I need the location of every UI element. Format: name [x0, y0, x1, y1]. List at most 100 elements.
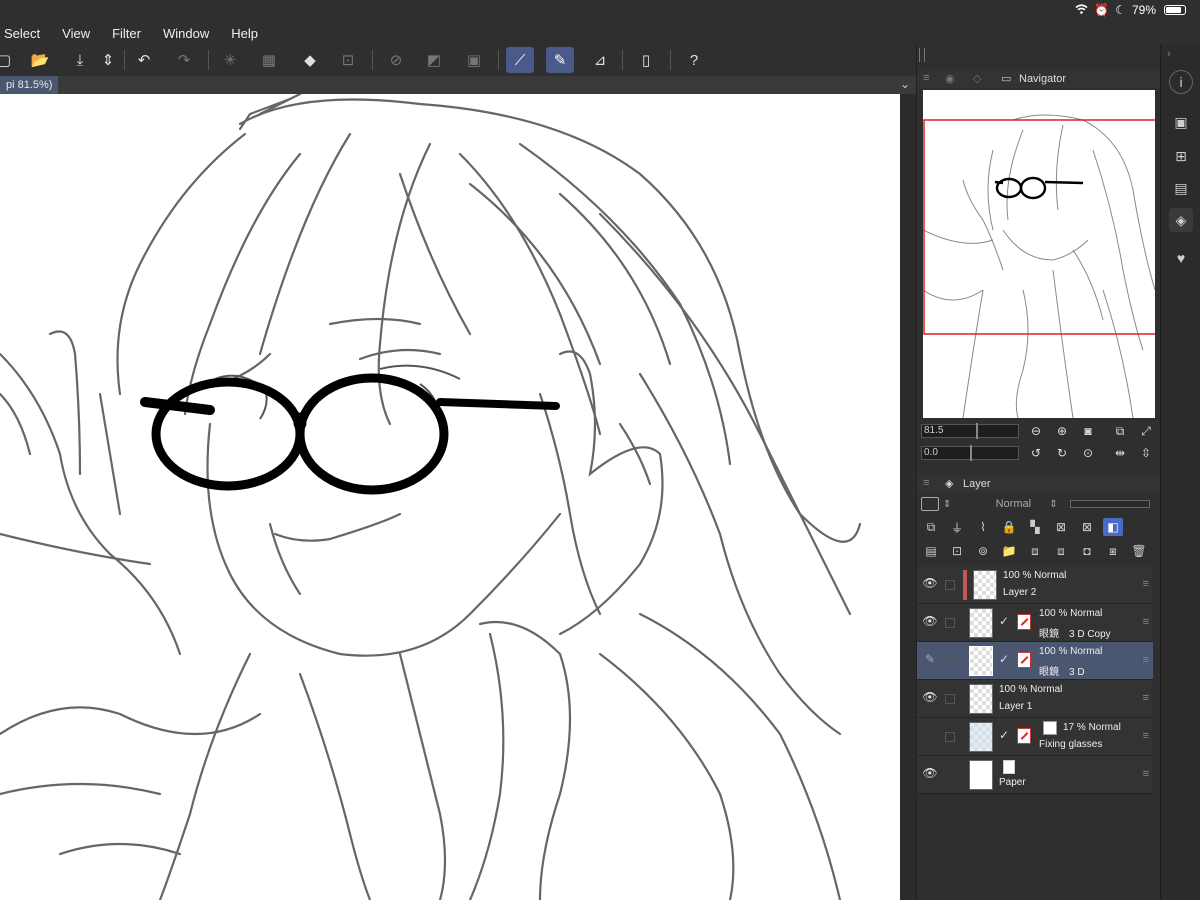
drawing-canvas[interactable]: [0, 94, 900, 900]
new-folder-icon[interactable]: 📁: [999, 542, 1019, 560]
clear-outside-icon[interactable]: ▦: [255, 47, 283, 73]
clear-icon[interactable]: ✳: [216, 47, 244, 73]
fill-icon[interactable]: ◆: [296, 47, 324, 73]
layer-row[interactable]: · ✓ 17 % Normal Fixing glasses ≡: [917, 718, 1153, 756]
transform-icon[interactable]: ⊡: [334, 47, 362, 73]
eye-icon[interactable]: 👁: [921, 576, 939, 594]
drag-handle-icon[interactable]: ≡: [1143, 730, 1149, 742]
fit-window-icon[interactable]: ⤢: [1137, 422, 1155, 440]
save-icon[interactable]: ⤓: [66, 47, 94, 73]
document-tab[interactable]: pi 81.5%): [0, 76, 59, 94]
undo-icon[interactable]: ↶: [130, 47, 158, 73]
blend-mode-select[interactable]: Normal: [977, 496, 1049, 512]
drag-handle-icon[interactable]: ≡: [1143, 768, 1149, 780]
layer-type-icon[interactable]: [921, 497, 939, 511]
drag-handle-icon[interactable]: ≡: [1143, 578, 1149, 590]
invert-selection-icon[interactable]: ◩: [420, 47, 448, 73]
chevron-down-icon[interactable]: ⌄: [900, 77, 910, 91]
checkmark-icon[interactable]: ✓: [999, 728, 1009, 742]
flip-horizontal-icon[interactable]: ⇹: [1111, 444, 1129, 462]
layer-lock-toggle[interactable]: [945, 580, 955, 590]
rotate-left-icon[interactable]: ↺: [1027, 444, 1045, 462]
layer-row[interactable]: 👁 100 % Normal Layer 1 ≡: [917, 680, 1153, 718]
layer-row-selected[interactable]: ✎ ✓ 100 % Normal 眼鏡 3 D ≡: [917, 642, 1153, 680]
zoom-in-icon[interactable]: ⊕: [1053, 422, 1071, 440]
menu-select[interactable]: Select: [4, 26, 40, 41]
draft-icon[interactable]: ⌇: [973, 518, 993, 536]
ruler-range-icon[interactable]: ⊠: [1077, 518, 1097, 536]
layer-property-panel-icon[interactable]: ▤: [1169, 176, 1193, 200]
redo-icon[interactable]: ↷: [170, 47, 198, 73]
panel-grip-icon[interactable]: [919, 48, 925, 62]
clip-icon[interactable]: ⧉: [921, 518, 941, 536]
menu-filter[interactable]: Filter: [112, 26, 141, 41]
lock-transparency-icon[interactable]: ▚: [1025, 518, 1045, 536]
new-file-icon[interactable]: ▢: [0, 47, 18, 73]
rotate-slider-handle[interactable]: [970, 445, 972, 461]
rotate-right-icon[interactable]: ↻: [1053, 444, 1071, 462]
checkmark-icon[interactable]: ✓: [999, 652, 1009, 666]
layer-property-icon[interactable]: ▤: [921, 542, 941, 560]
layers-panel-icon[interactable]: ◈: [1169, 208, 1193, 232]
mask-enable-icon[interactable]: ⊠: [1051, 518, 1071, 536]
layer-color-icon[interactable]: ◧: [1103, 518, 1123, 536]
drag-handle-icon[interactable]: ≡: [1143, 616, 1149, 628]
reset-rotation-icon[interactable]: ⊙: [1079, 444, 1097, 462]
favorites-icon[interactable]: ♥: [1169, 246, 1193, 270]
create-mask-icon[interactable]: ◘: [1077, 542, 1097, 560]
blend-stepper-icon[interactable]: ⇕: [1049, 499, 1057, 510]
delete-layer-icon[interactable]: 🗑: [1129, 542, 1149, 560]
eye-icon[interactable]: 👁: [921, 614, 939, 632]
sub-view-icon[interactable]: ◉: [945, 72, 955, 85]
eye-hidden-icon[interactable]: ·: [921, 728, 939, 746]
new-vector-layer-icon[interactable]: ⊚: [973, 542, 993, 560]
menu-view[interactable]: View: [62, 26, 90, 41]
open-folder-icon[interactable]: 📂: [26, 47, 54, 73]
layer-lock-toggle[interactable]: [945, 618, 955, 628]
checkmark-icon[interactable]: ✓: [999, 614, 1009, 628]
reference-icon[interactable]: ⏚: [947, 518, 967, 536]
layer-row[interactable]: 👁 Paper ≡: [917, 756, 1153, 794]
tab-navigator[interactable]: ▭ Navigator: [1001, 70, 1066, 88]
opacity-slider[interactable]: [1069, 500, 1150, 508]
apply-mask-icon[interactable]: ⧆: [1103, 542, 1123, 560]
transfer-down-icon[interactable]: ⧈: [1025, 542, 1045, 560]
drag-handle-icon[interactable]: ≡: [1143, 654, 1149, 666]
tab-layer[interactable]: ◈ Layer: [945, 476, 991, 492]
flip-vertical-icon[interactable]: ⇳: [1137, 444, 1155, 462]
info-icon[interactable]: i: [1169, 70, 1193, 94]
help-icon[interactable]: ?: [680, 47, 708, 73]
snap-grid-icon[interactable]: ⊿: [586, 47, 614, 73]
panel-menu-icon[interactable]: ≡: [923, 72, 929, 84]
pen-icon[interactable]: ✎: [921, 652, 939, 670]
zoom-slider-handle[interactable]: [976, 423, 978, 439]
selection-border-icon[interactable]: ▣: [460, 47, 488, 73]
navigator-preview[interactable]: [923, 90, 1155, 418]
layer-lock-toggle[interactable]: [945, 656, 955, 666]
expand-toggle-icon[interactable]: ⇕: [94, 47, 122, 73]
stepper-icon[interactable]: ⇕: [943, 499, 951, 510]
menu-help[interactable]: Help: [231, 26, 258, 41]
new-raster-layer-icon[interactable]: ⊡: [947, 542, 967, 560]
zoom-slider[interactable]: 81.5: [921, 423, 1019, 439]
zoom-out-icon[interactable]: ⊖: [1027, 422, 1045, 440]
drag-handle-icon[interactable]: ≡: [1143, 692, 1149, 704]
chevron-right-icon[interactable]: ›: [1167, 48, 1171, 60]
material-icon[interactable]: ⊞: [1169, 144, 1193, 168]
layer-row[interactable]: 👁 ✓ 100 % Normal 眼鏡 3 D Copy ≡: [917, 604, 1153, 642]
fit-screen-icon[interactable]: ⧉: [1111, 422, 1129, 440]
eye-icon[interactable]: 👁: [921, 766, 939, 784]
item-bank-icon[interactable]: ◇: [973, 72, 981, 85]
snap-special-ruler-icon[interactable]: ✎: [546, 47, 574, 73]
rotate-slider[interactable]: 0.0: [921, 445, 1019, 461]
sub-tool-icon[interactable]: ▣: [1169, 110, 1193, 134]
layer-lock-toggle[interactable]: [945, 694, 955, 704]
eye-icon[interactable]: 👁: [921, 690, 939, 708]
lock-icon[interactable]: 🔒: [999, 518, 1019, 536]
merge-down-icon[interactable]: ⧈: [1051, 542, 1071, 560]
menu-window[interactable]: Window: [163, 26, 209, 41]
snap-ruler-icon[interactable]: ⟋: [506, 47, 534, 73]
layer-lock-toggle[interactable]: [945, 732, 955, 742]
layer-row[interactable]: 👁 100 % Normal Layer 2 ≡: [917, 566, 1153, 604]
edge-keyboard-icon[interactable]: ▯: [632, 47, 660, 73]
